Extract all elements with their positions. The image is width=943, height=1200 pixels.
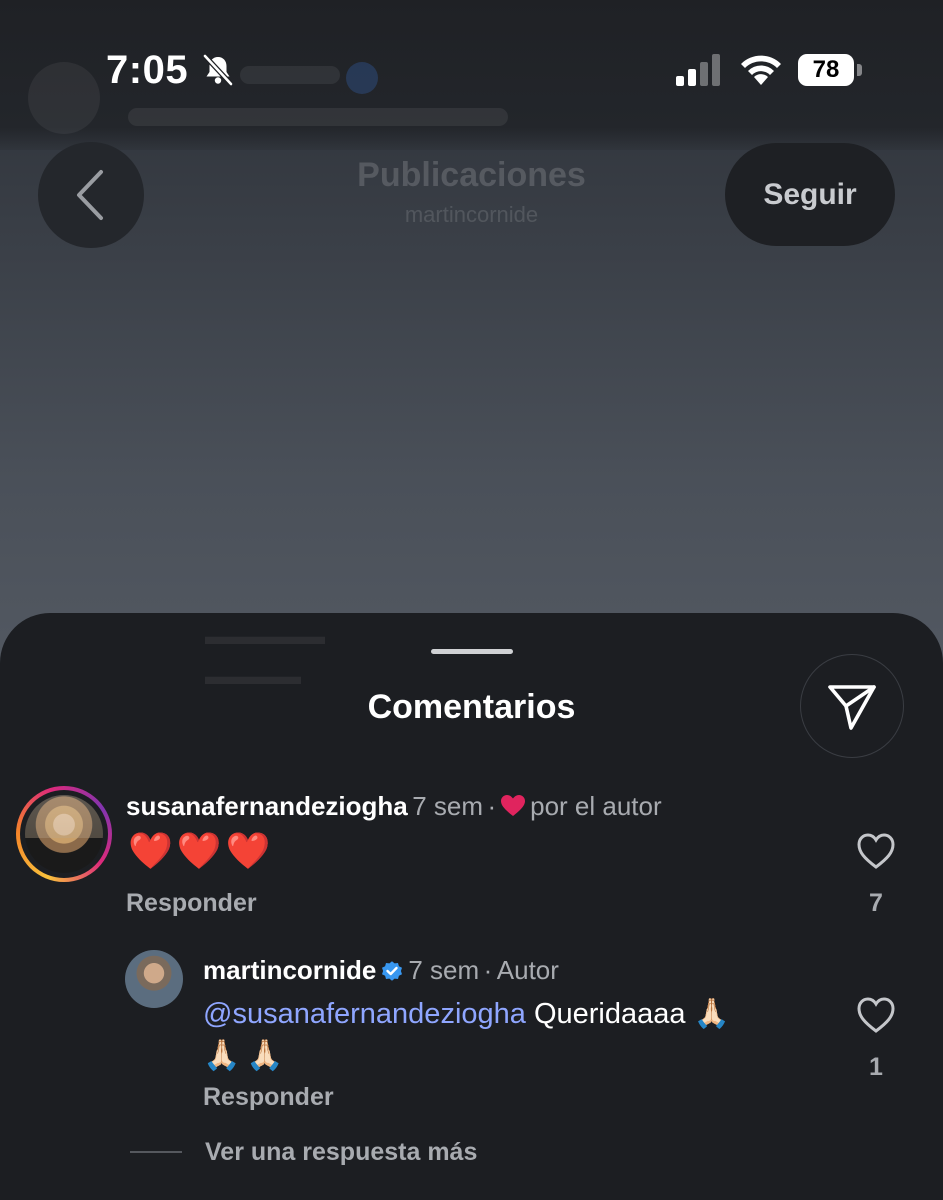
cellular-signal-icon <box>676 54 720 86</box>
reply-button[interactable]: Responder <box>203 1083 334 1112</box>
separator-dot: · <box>483 955 493 985</box>
separator-dot: · <box>487 791 497 821</box>
avatar-story-ring[interactable] <box>16 786 112 882</box>
like-count: 1 <box>869 1053 883 1081</box>
comment-header: susanafernandeziogha 7 sem · por el autor <box>126 791 662 822</box>
comment-username[interactable]: susanafernandeziogha <box>126 791 408 821</box>
like-count: 7 <box>869 889 883 917</box>
verified-badge-icon <box>382 961 403 981</box>
comment-time: 7 sem <box>408 955 480 985</box>
avatar <box>25 795 103 873</box>
blurred-author-avatar <box>28 62 100 134</box>
bell-slash-icon <box>203 54 233 86</box>
sheet-drag-handle[interactable] <box>431 649 513 654</box>
blurred-audio-line <box>128 108 508 126</box>
battery-icon: 78 <box>798 54 854 86</box>
liked-by-author-label: por el autor <box>530 791 662 821</box>
comments-sheet: ▬▬▬▬▬ ▬▬▬▬ Comentarios susanafernandezio… <box>0 613 943 1200</box>
comment-time: 7 sem <box>412 791 483 821</box>
comment-text-body: Queridaaaa 🙏🏻 <box>525 998 730 1030</box>
comment-text-line2: 🙏🏻🙏🏻 <box>203 1039 290 1072</box>
comment-username[interactable]: martincornide <box>203 955 376 985</box>
author-label: Autor <box>496 955 559 985</box>
blurred-sheet-text: ▬▬▬▬ <box>205 663 301 690</box>
comment-header: martincornide 7 sem · Autor <box>203 955 559 986</box>
heart-filled-icon <box>501 795 526 816</box>
divider-line <box>130 1151 182 1153</box>
view-more-replies-button[interactable]: Ver una respuesta más <box>205 1138 477 1167</box>
heart-outline-icon[interactable] <box>856 996 896 1034</box>
mention-link[interactable]: @susanafernandeziogha <box>203 998 526 1030</box>
follow-button[interactable]: Seguir <box>725 143 895 246</box>
heart-outline-icon[interactable] <box>856 832 896 870</box>
avatar[interactable] <box>125 950 183 1008</box>
battery-tip <box>857 64 862 76</box>
paper-plane-icon <box>828 685 876 730</box>
wifi-icon <box>741 55 781 85</box>
blurred-verified-badge <box>346 62 378 94</box>
reply-button[interactable]: Responder <box>126 889 257 918</box>
blurred-sheet-text: ▬▬▬▬▬ <box>205 623 325 650</box>
status-time: 7:05 <box>106 48 189 92</box>
comment-text: @susanafernandeziogha Queridaaaa 🙏🏻 🙏🏻🙏🏻 <box>203 993 803 1077</box>
comment-text: ❤️❤️❤️ <box>128 830 275 871</box>
share-button[interactable] <box>800 654 904 758</box>
blurred-author-name <box>240 66 340 84</box>
